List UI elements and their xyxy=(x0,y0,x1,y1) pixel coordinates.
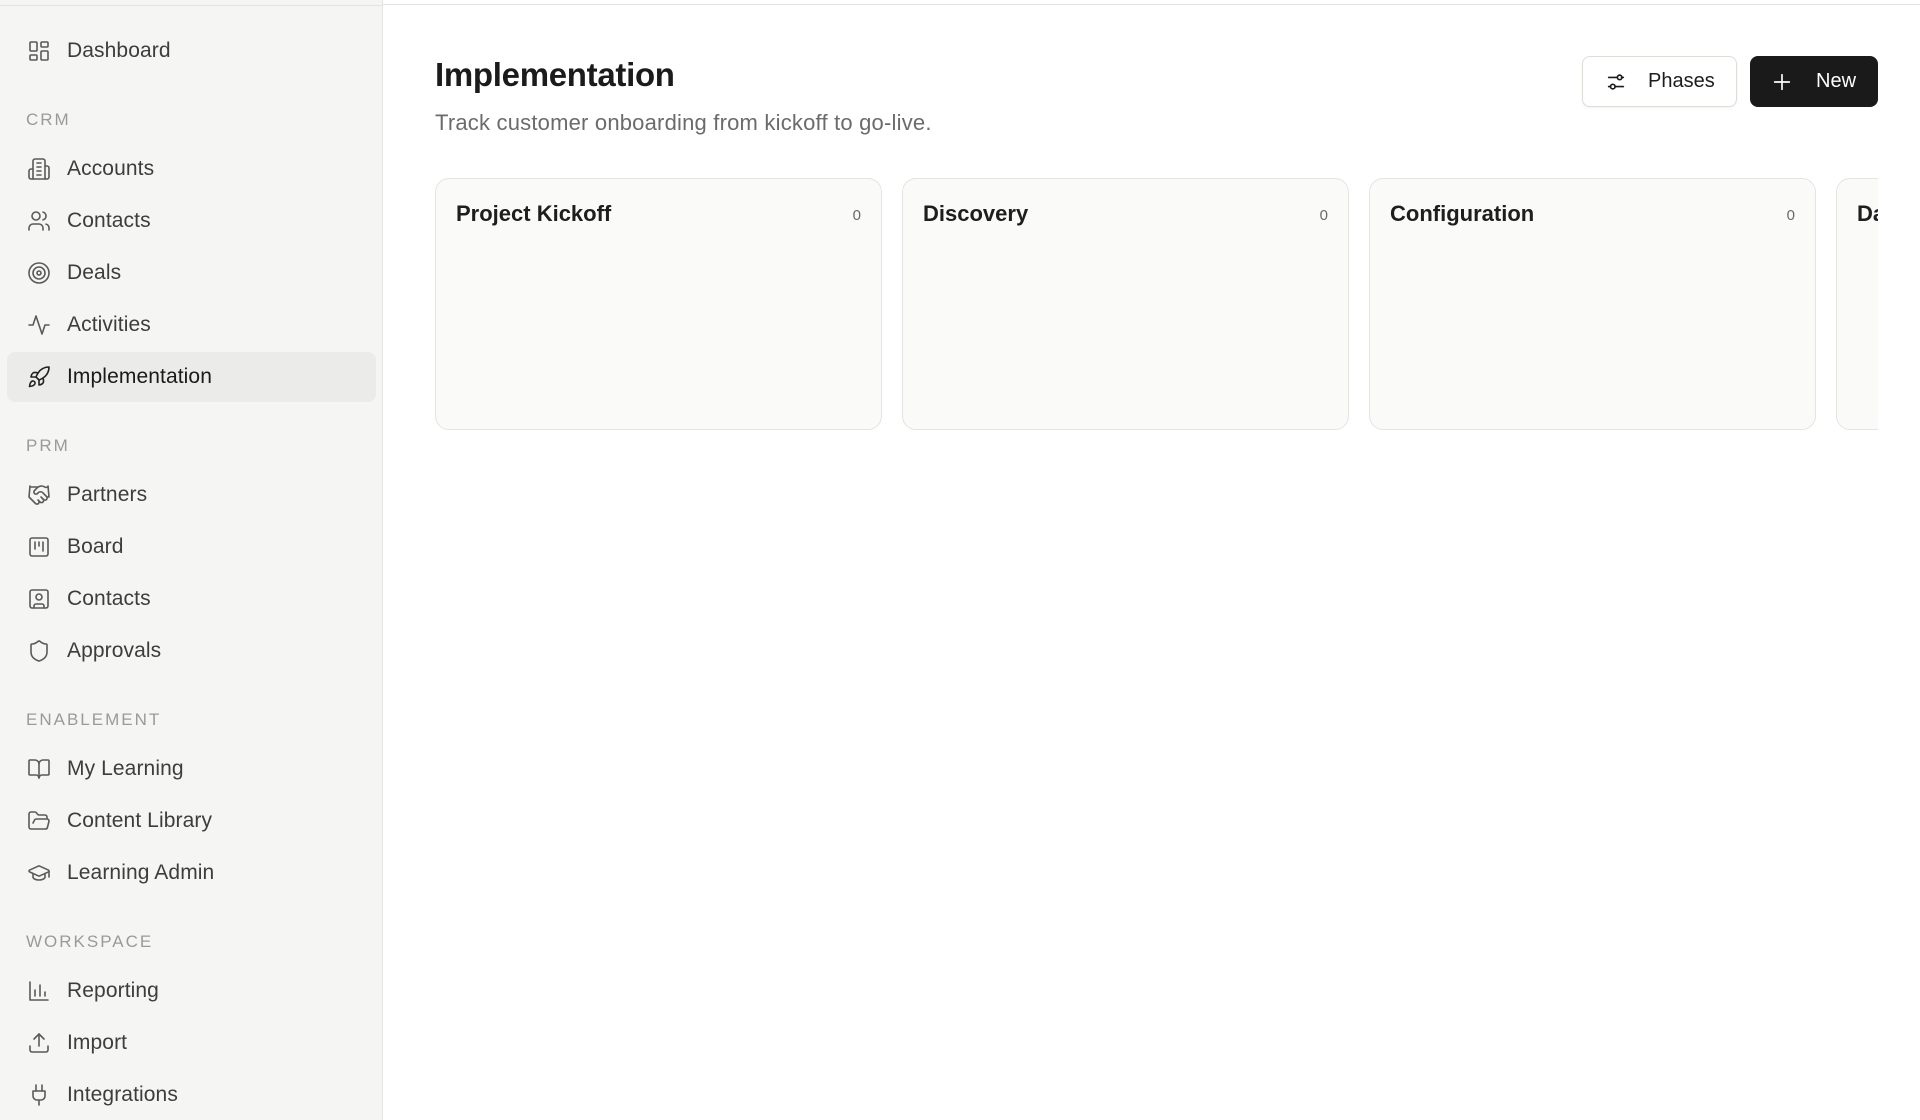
sidebar-item-label: Reporting xyxy=(67,979,159,1002)
sidebar-divider xyxy=(0,5,382,6)
sidebar-item-label: Implementation xyxy=(67,365,212,388)
header-divider xyxy=(383,4,1920,5)
shield-icon xyxy=(26,638,52,664)
graduation-cap-icon xyxy=(26,860,52,886)
section-header-workspace: WORKSPACE xyxy=(26,932,154,951)
sidebar-item-deals[interactable]: Deals xyxy=(7,248,376,298)
phases-button-label: Phases xyxy=(1648,70,1715,92)
sidebar-item-activities[interactable]: Activities xyxy=(7,300,376,350)
kanban-column-project-kickoff[interactable]: Project Kickoff 0 xyxy=(435,178,882,430)
target-icon xyxy=(26,260,52,286)
sidebar: Dashboard CRM Accounts Contacts Deals Ac… xyxy=(0,0,383,1120)
phases-button[interactable]: Phases xyxy=(1582,56,1737,107)
sidebar-item-label: Contacts xyxy=(67,209,151,232)
section-header-prm: PRM xyxy=(26,436,70,455)
sidebar-item-import[interactable]: Import xyxy=(7,1018,376,1068)
building-icon xyxy=(26,156,52,182)
folder-icon xyxy=(26,808,52,834)
section-header-enablement: ENABLEMENT xyxy=(26,710,162,729)
kanban-column-discovery[interactable]: Discovery 0 xyxy=(902,178,1349,430)
sidebar-item-label: Approvals xyxy=(67,639,162,662)
sidebar-item-learning-admin[interactable]: Learning Admin xyxy=(7,848,376,898)
sidebar-item-reporting[interactable]: Reporting xyxy=(7,966,376,1016)
sidebar-item-board[interactable]: Board xyxy=(7,522,376,572)
rocket-icon xyxy=(26,364,52,390)
plug-icon xyxy=(26,1082,52,1108)
page-title: Implementation xyxy=(435,56,675,93)
kanban-column-configuration[interactable]: Configuration 0 xyxy=(1369,178,1816,430)
handshake-icon xyxy=(26,482,52,508)
column-title: Da xyxy=(1857,201,1878,226)
sidebar-item-integrations[interactable]: Integrations xyxy=(7,1070,376,1120)
kanban-column-partial[interactable]: Da xyxy=(1836,178,1878,430)
column-title: Configuration xyxy=(1390,201,1535,226)
sidebar-item-implementation[interactable]: Implementation xyxy=(7,352,376,402)
sidebar-item-dashboard[interactable]: Dashboard xyxy=(7,26,376,76)
sidebar-item-label: My Learning xyxy=(67,757,184,780)
sidebar-item-label: Dashboard xyxy=(67,39,171,62)
plus-icon xyxy=(1770,70,1794,94)
section-header-crm: CRM xyxy=(26,110,71,129)
kanban-icon xyxy=(26,534,52,560)
sidebar-item-label: Content Library xyxy=(67,809,213,832)
column-count: 0 xyxy=(1786,207,1795,224)
sidebar-item-content-library[interactable]: Content Library xyxy=(7,796,376,846)
sidebar-item-label: Contacts xyxy=(67,587,151,610)
sliders-icon xyxy=(1604,70,1628,94)
sidebar-item-label: Deals xyxy=(67,261,122,284)
kanban-board: Project Kickoff 0 Discovery 0 Configurat… xyxy=(435,178,1878,430)
dashboard-icon xyxy=(26,38,52,64)
sidebar-item-my-learning[interactable]: My Learning xyxy=(7,744,376,794)
new-button-label: New xyxy=(1816,70,1857,92)
book-icon xyxy=(26,756,52,782)
sidebar-item-label: Learning Admin xyxy=(67,861,215,884)
sidebar-item-label: Activities xyxy=(67,313,151,336)
column-title: Discovery xyxy=(923,201,1029,226)
activity-icon xyxy=(26,312,52,338)
sidebar-item-approvals[interactable]: Approvals xyxy=(7,626,376,676)
sidebar-item-label: Integrations xyxy=(67,1083,178,1106)
sidebar-item-label: Import xyxy=(67,1031,128,1054)
sidebar-item-label: Board xyxy=(67,535,124,558)
new-button[interactable]: New xyxy=(1750,56,1878,107)
column-title: Project Kickoff xyxy=(456,201,612,226)
sidebar-item-label: Accounts xyxy=(67,157,155,180)
sidebar-item-accounts[interactable]: Accounts xyxy=(7,144,376,194)
sidebar-item-label: Partners xyxy=(67,483,148,506)
bar-chart-icon xyxy=(26,978,52,1004)
column-count: 0 xyxy=(852,207,861,224)
page-subtitle: Track customer onboarding from kickoff t… xyxy=(435,110,932,135)
sidebar-item-partners[interactable]: Partners xyxy=(7,470,376,520)
sidebar-item-prm-contacts[interactable]: Contacts xyxy=(7,574,376,624)
upload-icon xyxy=(26,1030,52,1056)
users-icon xyxy=(26,208,52,234)
contact-card-icon xyxy=(26,586,52,612)
column-count: 0 xyxy=(1319,207,1328,224)
sidebar-item-contacts[interactable]: Contacts xyxy=(7,196,376,246)
